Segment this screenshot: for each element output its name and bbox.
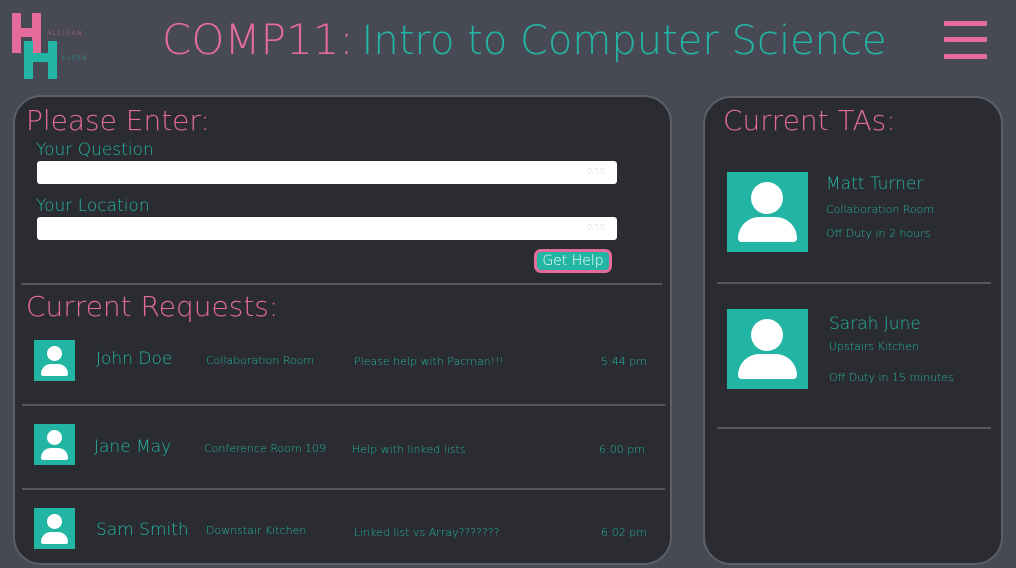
request-name: John Doe: [96, 349, 173, 369]
request-location: Collaboration Room: [206, 354, 315, 367]
divider: [717, 427, 991, 429]
hamburger-menu-icon[interactable]: [944, 21, 988, 59]
ta-name: Matt Turner: [826, 174, 924, 194]
ta-status: Off Duty in 2 hours: [826, 227, 931, 240]
divider: [22, 488, 665, 490]
request-location: Conference Room 109: [204, 442, 327, 455]
question-label: Your Question: [36, 140, 154, 160]
divider: [22, 404, 665, 406]
ta-name: Sarah June: [829, 314, 921, 334]
ta-panel: Current TAs: Matt Turner Collaboration R…: [703, 96, 1003, 565]
request-row[interactable]: Jane May Conference Room 109 Help with l…: [15, 419, 670, 479]
course-name: Intro to Computer Science: [361, 18, 887, 64]
location-counter: 0/50: [587, 223, 605, 232]
divider: [717, 282, 991, 284]
request-location: Downstair Kitchen: [206, 524, 307, 537]
request-row[interactable]: John Doe Collaboration Room Please help …: [15, 331, 670, 391]
halligan-helper-logo: ALLIGAN ELPER: [12, 13, 102, 79]
user-avatar-icon: [34, 340, 75, 381]
divider: [21, 283, 662, 285]
get-help-button[interactable]: Get Help: [534, 249, 612, 273]
ta-location: Collaboration Room: [826, 203, 935, 216]
request-question: Help with linked lists: [352, 443, 466, 456]
request-name: Sam Smith: [96, 520, 189, 540]
form-heading: Please Enter:: [26, 104, 210, 137]
question-counter: 0/50: [587, 167, 605, 176]
ta-avatar-icon: [727, 309, 808, 389]
request-time: 6:00 pm: [599, 443, 645, 456]
requests-heading: Current Requests:: [26, 290, 279, 323]
location-input[interactable]: [37, 217, 617, 240]
user-avatar-icon: [34, 424, 75, 465]
ta-status: Off Duty in 15 minutes: [829, 371, 955, 384]
ta-avatar-icon: [727, 172, 808, 252]
request-panel: Please Enter: Your Question 0/50 Your Lo…: [13, 95, 672, 565]
location-label: Your Location: [36, 196, 150, 216]
tas-heading: Current TAs:: [723, 104, 896, 137]
question-input[interactable]: [37, 161, 617, 184]
logo-graphic: [12, 13, 57, 79]
logo-text-top: ALLIGAN: [47, 30, 84, 37]
request-time: 5:44 pm: [601, 355, 647, 368]
request-question: Please help with Pacman!!!: [354, 355, 504, 368]
logo-text-bottom: ELPER: [62, 55, 89, 62]
request-name: Jane May: [94, 437, 172, 457]
course-code: COMP11:: [162, 15, 354, 64]
request-question: Linked list vs Array???????: [354, 526, 500, 539]
request-time: 6:02 pm: [601, 526, 647, 539]
user-avatar-icon: [34, 508, 75, 549]
request-row[interactable]: Sam Smith Downstair Kitchen Linked list …: [15, 502, 670, 562]
ta-location: Upstairs Kitchen: [829, 340, 919, 353]
page-title: COMP11: Intro to Computer Science: [162, 14, 887, 67]
